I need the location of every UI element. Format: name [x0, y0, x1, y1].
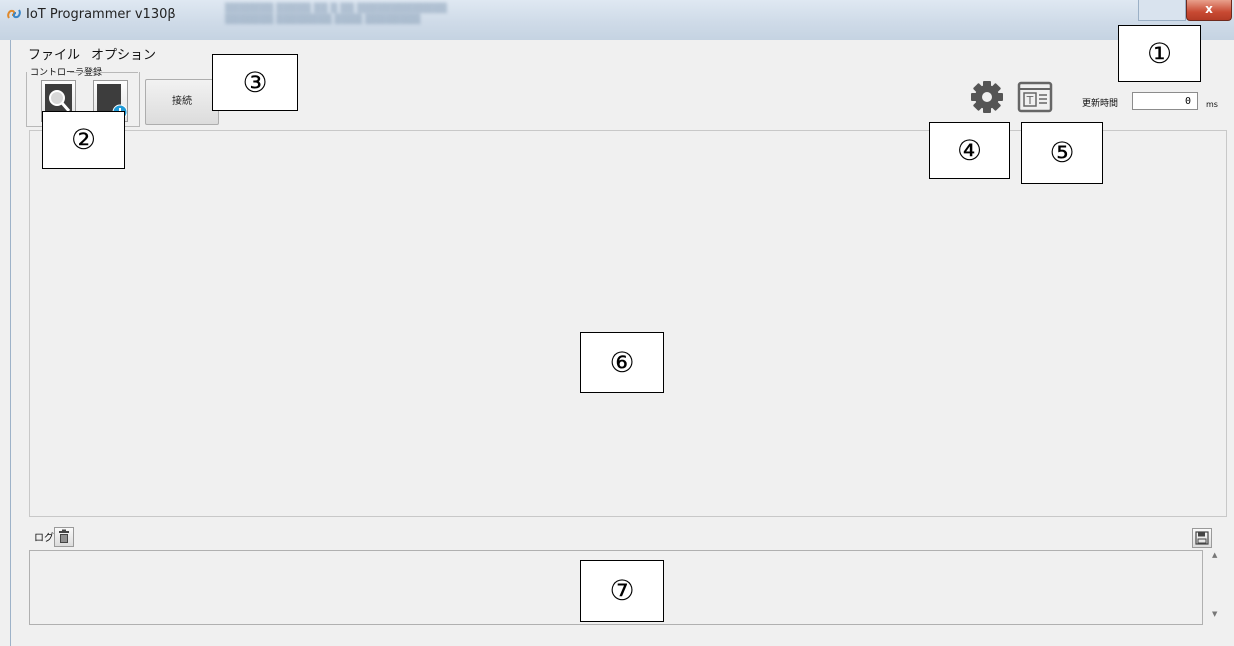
close-icon: x [1205, 2, 1213, 16]
main-canvas-area[interactable] [29, 130, 1227, 517]
callout-3: ③ [212, 54, 298, 111]
callout-6: ⑥ [580, 332, 664, 393]
callout-2: ② [42, 111, 125, 169]
callout-4: ④ [929, 122, 1010, 179]
text-panel-icon[interactable]: T [1017, 80, 1053, 114]
title-bar [0, 0, 1234, 40]
update-interval-label: 更新時間 [1082, 99, 1119, 109]
clear-log-button[interactable] [54, 527, 74, 547]
scroll-up-arrow-icon[interactable]: ▲ [1212, 551, 1217, 559]
callout-5: ⑤ [1021, 122, 1103, 184]
group-box-top-line [70, 72, 138, 73]
menu-file[interactable]: ファイル [28, 44, 80, 63]
save-log-button[interactable] [1192, 528, 1212, 548]
log-label: ログ [34, 533, 54, 544]
window-left-border [10, 40, 11, 646]
callout-1: ① [1118, 25, 1201, 82]
minimize-maximize-buttons[interactable] [1138, 0, 1186, 21]
menu-options[interactable]: オプション [91, 44, 156, 63]
app-logo-icon [7, 9, 21, 19]
gear-icon[interactable] [970, 80, 1004, 114]
close-button[interactable]: x [1186, 0, 1232, 21]
update-interval-input[interactable]: 0 [1132, 92, 1198, 110]
blurred-title-background: ▒▒▒▒▒▒▒ ▒▒▒▒▒ ▒▒ ▒ ▒▒ ▒▒▒▒▒▒▒▒▒▒▒▒▒ ▒▒▒▒▒… [225, 4, 447, 25]
floppy-disk-icon [1195, 531, 1209, 545]
trash-icon [59, 529, 69, 543]
window-title: IoT Programmer v130β [26, 7, 176, 22]
scroll-down-arrow-icon[interactable]: ▼ [1212, 610, 1217, 618]
update-interval-unit: ms [1206, 100, 1218, 109]
svg-text:T: T [1026, 94, 1034, 107]
connect-button[interactable]: 接続 [145, 79, 219, 125]
callout-7: ⑦ [580, 560, 664, 622]
